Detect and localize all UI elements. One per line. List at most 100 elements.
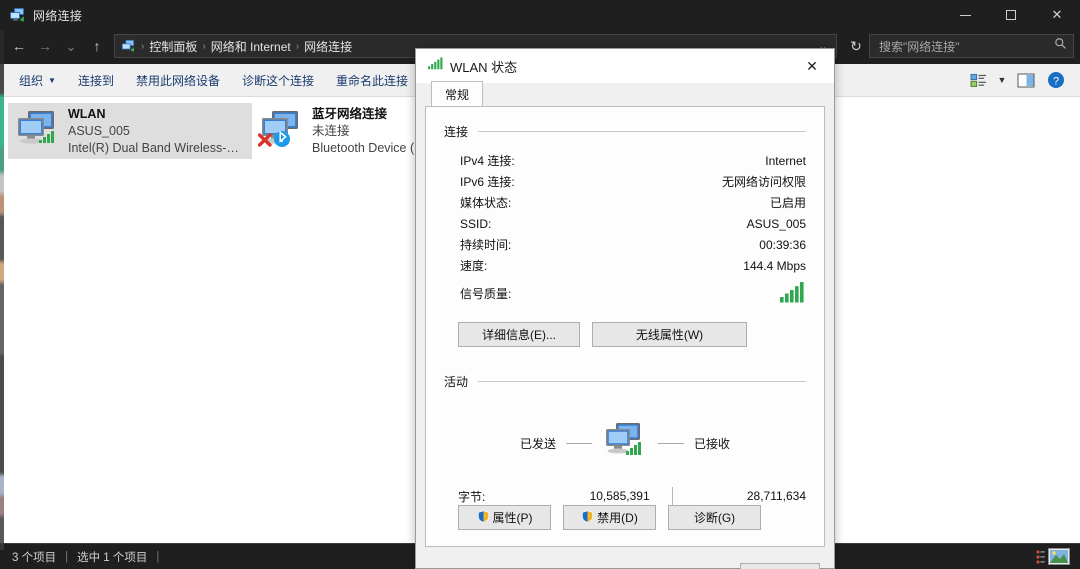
section-activity-label: 活动 bbox=[444, 375, 469, 389]
shield-icon bbox=[581, 509, 594, 526]
connection-properties: IPv4 连接: Internet IPv6 连接: 无网络访问权限 媒体状态:… bbox=[444, 150, 806, 310]
disable-button[interactable]: 禁用(D) bbox=[563, 505, 656, 530]
toolbar-right-icons: ▼ ? bbox=[964, 67, 1080, 93]
row-label: 速度: bbox=[460, 259, 488, 273]
row-value: Internet bbox=[765, 153, 806, 168]
status-divider-1: | bbox=[65, 550, 69, 563]
row-label: 持续时间: bbox=[460, 238, 512, 252]
dialog-footer: 关闭(C) bbox=[416, 547, 834, 569]
wireless-properties-button[interactable]: 无线属性(W) bbox=[592, 322, 747, 347]
wlan-status-dialog: WLAN 状态 ✕ 常规 连接 IPv4 连接: Internet IPv6 连… bbox=[415, 48, 835, 569]
activity-indicator: 已发送 已接收 bbox=[444, 420, 806, 467]
search-box[interactable]: 搜索"网络连接" bbox=[869, 34, 1074, 58]
row-signal-quality: 信号质量: bbox=[460, 276, 806, 310]
row-value: ASUS_005 bbox=[746, 216, 806, 231]
left-edge-artifact bbox=[0, 30, 4, 550]
dialog-title-bar: WLAN 状态 ✕ bbox=[416, 49, 834, 83]
status-selection: 选中 1 个项目 bbox=[77, 551, 148, 564]
signal-bars-icon bbox=[780, 281, 806, 306]
list-item-adapter: Bluetooth Device ( bbox=[312, 140, 415, 155]
signal-bars-icon bbox=[428, 57, 443, 75]
row-value: 00:39:36 bbox=[759, 237, 806, 252]
row-label: IPv4 连接: bbox=[460, 154, 515, 168]
view-options-icon[interactable] bbox=[964, 67, 992, 93]
diagnose-button[interactable]: 诊断(G) bbox=[668, 505, 761, 530]
back-button[interactable]: ← bbox=[6, 33, 32, 59]
row-value: 已启用 bbox=[769, 196, 806, 210]
row-ipv6: IPv6 连接: 无网络访问权限 bbox=[460, 171, 806, 192]
window-controls: ✕ bbox=[942, 0, 1080, 30]
list-item-wlan[interactable]: WLAN ASUS_005 Intel(R) Dual Band Wireles… bbox=[8, 103, 252, 159]
properties-button[interactable]: 属性(P) bbox=[458, 505, 551, 530]
view-dropdown-caret[interactable]: ▼ bbox=[994, 67, 1010, 93]
activity-dash-left bbox=[566, 443, 592, 444]
breadcrumb-item-control-panel[interactable]: 控制面板 bbox=[145, 38, 201, 55]
title-bar: 网络连接 ✕ bbox=[0, 0, 1080, 30]
section-activity-divider bbox=[478, 381, 806, 382]
dialog-mid-buttons: 详细信息(E)... 无线属性(W) bbox=[444, 322, 806, 347]
svg-text:?: ? bbox=[1053, 76, 1059, 88]
section-connection: 连接 bbox=[444, 123, 806, 140]
row-label: 信号质量: bbox=[460, 286, 512, 301]
search-input[interactable]: 搜索"网络连接" bbox=[879, 38, 1054, 55]
dialog-title: WLAN 状态 bbox=[450, 59, 518, 75]
details-button[interactable]: 详细信息(E)... bbox=[458, 322, 580, 347]
window-title: 网络连接 bbox=[33, 8, 83, 23]
bytes-row: 字节: 10,585,391 28,711,634 bbox=[444, 487, 806, 505]
breadcrumb-network-icon bbox=[121, 39, 135, 53]
network-connections-icon bbox=[9, 7, 25, 23]
bytes-received-value: 28,711,634 bbox=[746, 489, 807, 503]
forward-button[interactable]: → bbox=[32, 33, 58, 59]
list-item-name: WLAN bbox=[68, 106, 106, 121]
chevron-down-icon: ▼ bbox=[48, 75, 56, 85]
list-item-name: 蓝牙网络连接 bbox=[312, 106, 388, 121]
bluetooth-adapter-icon bbox=[257, 107, 306, 156]
close-button[interactable]: ✕ bbox=[1034, 0, 1080, 30]
row-value: 144.4 Mbps bbox=[743, 258, 806, 273]
row-speed: 速度: 144.4 Mbps bbox=[460, 255, 806, 276]
list-item-network: 未连接 bbox=[312, 123, 350, 138]
row-label: 媒体状态: bbox=[460, 196, 512, 210]
sent-label: 已发送 bbox=[519, 437, 556, 451]
row-duration: 持续时间: 00:39:36 bbox=[460, 234, 806, 255]
row-ssid: SSID: ASUS_005 bbox=[460, 213, 806, 234]
preview-pane-icon[interactable] bbox=[1012, 67, 1040, 93]
row-media-state: 媒体状态: 已启用 bbox=[460, 192, 806, 213]
list-item-network: ASUS_005 bbox=[68, 123, 130, 138]
breadcrumb-item-network-internet[interactable]: 网络和 Internet bbox=[207, 38, 295, 55]
help-icon[interactable]: ? bbox=[1042, 67, 1070, 93]
toolbar-label-organize: 组织 bbox=[19, 73, 44, 88]
dialog-close-button[interactable]: 关闭(C) bbox=[740, 562, 820, 569]
minimize-button[interactable] bbox=[942, 0, 988, 30]
breadcrumb-item-network-connections[interactable]: 网络连接 bbox=[300, 38, 356, 55]
status-divider-2: | bbox=[156, 550, 160, 563]
row-ipv4: IPv4 连接: Internet bbox=[460, 150, 806, 171]
recent-locations-button[interactable]: ⌄ bbox=[58, 33, 84, 59]
received-label: 已接收 bbox=[694, 437, 731, 451]
disable-button-label: 禁用(D) bbox=[597, 511, 638, 525]
network-activity-icon bbox=[602, 420, 648, 467]
status-item-count: 3 个项目 bbox=[12, 551, 57, 564]
list-item-adapter: Intel(R) Dual Band Wireless-AC... bbox=[68, 140, 246, 155]
row-label: SSID: bbox=[460, 216, 492, 231]
dialog-bottom-buttons: 属性(P) 禁用(D) 诊断(G) bbox=[444, 505, 806, 530]
toolbar-item-rename[interactable]: 重命名此连接 bbox=[325, 67, 419, 93]
bytes-divider bbox=[671, 487, 673, 505]
shield-icon bbox=[477, 509, 490, 526]
toolbar-item-organize[interactable]: 组织 ▼ bbox=[8, 67, 67, 93]
wireless-adapter-icon bbox=[14, 107, 62, 156]
toolbar-item-disable-device[interactable]: 禁用此网络设备 bbox=[125, 67, 231, 93]
watermark-mini-icons bbox=[1036, 548, 1070, 565]
toolbar-item-connect-to[interactable]: 连接到 bbox=[67, 67, 125, 93]
maximize-button[interactable] bbox=[988, 0, 1034, 30]
dialog-close-icon[interactable]: ✕ bbox=[790, 49, 834, 83]
properties-button-label: 属性(P) bbox=[492, 511, 533, 525]
row-value: 无网络访问权限 bbox=[721, 175, 806, 189]
activity-dash-right bbox=[658, 443, 684, 444]
tab-general[interactable]: 常规 bbox=[431, 81, 484, 107]
refresh-button[interactable]: ↻ bbox=[843, 33, 869, 59]
dialog-tabstrip: 常规 bbox=[425, 81, 825, 107]
search-icon[interactable] bbox=[1054, 37, 1067, 55]
toolbar-item-diagnose[interactable]: 诊断这个连接 bbox=[231, 67, 325, 93]
up-button[interactable]: ↑ bbox=[84, 33, 110, 59]
